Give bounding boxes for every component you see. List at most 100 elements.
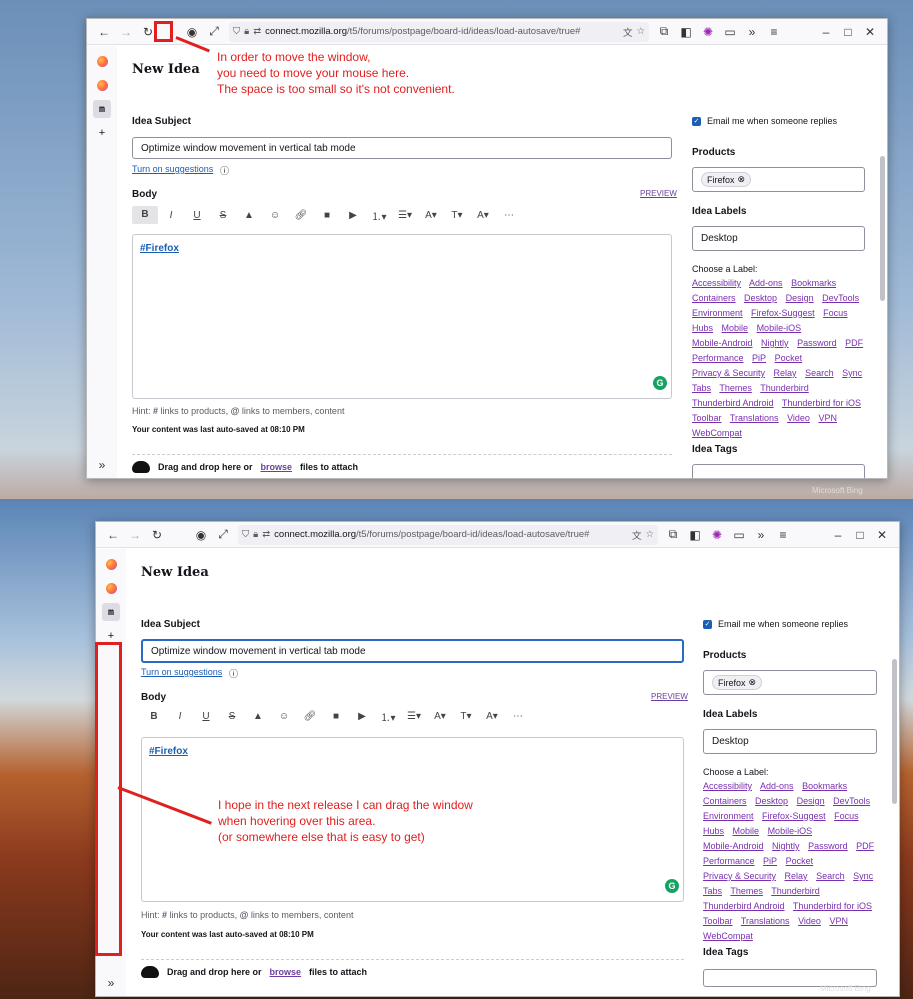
label-link[interactable]: Desktop bbox=[744, 293, 777, 303]
label-link[interactable]: PDF bbox=[845, 338, 863, 348]
expand-icon[interactable]: ⤢ bbox=[203, 21, 225, 43]
firefox-tab-icon[interactable] bbox=[102, 579, 120, 597]
label-link[interactable]: WebCompat bbox=[703, 931, 753, 941]
label-link[interactable]: Translations bbox=[730, 413, 779, 423]
label-link[interactable]: Design bbox=[786, 293, 814, 303]
back-icon[interactable]: ← bbox=[93, 21, 115, 43]
label-link[interactable]: Sync bbox=[842, 368, 862, 378]
browse-link[interactable]: browse bbox=[261, 462, 293, 472]
label-link[interactable]: DevTools bbox=[833, 796, 870, 806]
numbered-list-icon[interactable]: ⒈▾ bbox=[375, 709, 401, 724]
label-link[interactable]: Tabs bbox=[692, 383, 711, 393]
label-link[interactable]: Mobile-iOS bbox=[768, 826, 813, 836]
video-icon[interactable]: ▶ bbox=[340, 210, 366, 221]
idea-labels-input[interactable]: Desktop bbox=[703, 729, 877, 754]
preview-link[interactable]: PREVIEW bbox=[651, 692, 688, 701]
products-input[interactable]: Firefox ⊗ bbox=[692, 167, 865, 192]
link-icon[interactable]: 🔗︎ bbox=[288, 210, 314, 221]
label-link[interactable]: Thunderbird Android bbox=[703, 901, 785, 911]
label-link[interactable]: Mobile-Android bbox=[692, 338, 753, 348]
translate-icon[interactable]: 文 bbox=[632, 528, 642, 542]
link-icon[interactable]: 🔗︎ bbox=[297, 711, 323, 722]
more-icon[interactable]: ⋯ bbox=[496, 210, 522, 221]
sidebar-icon[interactable]: ◧ bbox=[675, 21, 697, 43]
bullet-list-icon[interactable]: ☰▾ bbox=[392, 210, 418, 221]
label-link[interactable]: Mobile-Android bbox=[703, 841, 764, 851]
underline-button[interactable]: U bbox=[193, 711, 219, 722]
firefox-hashtag[interactable]: #Firefox bbox=[140, 243, 179, 254]
italic-button[interactable]: I bbox=[167, 711, 193, 722]
extension-icon[interactable]: ◉ bbox=[190, 524, 212, 546]
label-link[interactable]: Relay bbox=[774, 368, 797, 378]
idea-tags-input[interactable] bbox=[692, 464, 865, 478]
font-size-icon[interactable]: A▾ bbox=[418, 210, 444, 221]
forward-icon[interactable]: → bbox=[124, 524, 146, 546]
strike-button[interactable]: S bbox=[210, 210, 236, 221]
subject-input[interactable]: Optimize window movement in vertical tab… bbox=[141, 639, 684, 663]
addon-icon[interactable]: ✺ bbox=[706, 524, 728, 546]
label-link[interactable]: DevTools bbox=[822, 293, 859, 303]
label-link[interactable]: Video bbox=[787, 413, 810, 423]
bullet-list-icon[interactable]: ☰▾ bbox=[401, 711, 427, 722]
back-icon[interactable]: ← bbox=[102, 524, 124, 546]
label-link[interactable]: Hubs bbox=[692, 323, 713, 333]
label-link[interactable]: Themes bbox=[719, 383, 752, 393]
numbered-list-icon[interactable]: ⒈▾ bbox=[366, 208, 392, 223]
grammarly-icon[interactable]: G bbox=[665, 879, 679, 893]
font-size-icon[interactable]: A▾ bbox=[427, 711, 453, 722]
label-link[interactable]: Thunderbird for iOS bbox=[782, 398, 861, 408]
label-link[interactable]: Design bbox=[797, 796, 825, 806]
firefox-tab-icon[interactable] bbox=[93, 52, 111, 70]
bold-button[interactable]: B bbox=[132, 206, 158, 224]
label-link[interactable]: Focus bbox=[834, 811, 859, 821]
drag-space[interactable] bbox=[168, 524, 190, 546]
subject-input[interactable]: Optimize window movement in vertical tab… bbox=[132, 137, 672, 159]
label-link[interactable]: Firefox-Suggest bbox=[751, 308, 815, 318]
grammarly-icon[interactable]: G bbox=[653, 376, 667, 390]
warning-icon[interactable]: ▲ bbox=[245, 711, 271, 722]
label-link[interactable]: Password bbox=[797, 338, 837, 348]
label-link[interactable]: Tabs bbox=[703, 886, 722, 896]
label-link[interactable]: Thunderbird for iOS bbox=[793, 901, 872, 911]
label-link[interactable]: Mobile bbox=[733, 826, 760, 836]
star-icon[interactable]: ☆ bbox=[636, 26, 645, 37]
font-color-icon[interactable]: A▾ bbox=[470, 210, 496, 221]
reader-icon[interactable]: ▭ bbox=[728, 524, 750, 546]
label-link[interactable]: Environment bbox=[703, 811, 754, 821]
text-style-icon[interactable]: T▾ bbox=[453, 711, 479, 722]
label-link[interactable]: Accessibility bbox=[692, 278, 741, 288]
video-icon[interactable]: ▶ bbox=[349, 711, 375, 722]
label-link[interactable]: Mobile-iOS bbox=[757, 323, 802, 333]
strike-button[interactable]: S bbox=[219, 711, 245, 722]
menu-icon[interactable]: ≡ bbox=[772, 524, 794, 546]
label-link[interactable]: Translations bbox=[741, 916, 790, 926]
label-link[interactable]: Add-ons bbox=[760, 781, 794, 791]
label-link[interactable]: Password bbox=[808, 841, 848, 851]
label-link[interactable]: Toolbar bbox=[692, 413, 722, 423]
emoji-icon[interactable]: ☺ bbox=[271, 711, 297, 722]
maximize-icon[interactable]: □ bbox=[849, 524, 871, 546]
firefox-tab-icon[interactable] bbox=[93, 76, 111, 94]
label-link[interactable]: Containers bbox=[703, 796, 747, 806]
minimize-icon[interactable]: – bbox=[827, 524, 849, 546]
extensions-icon[interactable]: ⧉ bbox=[653, 21, 675, 43]
extensions-icon[interactable]: ⧉ bbox=[662, 524, 684, 546]
firefox-hashtag[interactable]: #Firefox bbox=[149, 746, 188, 757]
expand-icon[interactable]: ⤢ bbox=[212, 524, 234, 546]
label-link[interactable]: Hubs bbox=[703, 826, 724, 836]
reload-icon[interactable]: ↻ bbox=[146, 524, 168, 546]
close-icon[interactable]: ✕ bbox=[859, 21, 881, 43]
attachment-dropzone[interactable]: Drag and drop here or browse files to atta… bbox=[132, 454, 672, 473]
label-link[interactable]: Search bbox=[805, 368, 834, 378]
star-icon[interactable]: ☆ bbox=[645, 529, 654, 540]
close-icon[interactable]: ✕ bbox=[871, 524, 893, 546]
label-link[interactable]: Nightly bbox=[761, 338, 789, 348]
mozilla-tab-icon[interactable]: m bbox=[93, 100, 111, 118]
label-link[interactable]: Sync bbox=[853, 871, 873, 881]
bold-button[interactable]: B bbox=[141, 711, 167, 722]
label-link[interactable]: Firefox-Suggest bbox=[762, 811, 826, 821]
firefox-tab-icon[interactable] bbox=[102, 555, 120, 573]
camera-icon[interactable]: ■ bbox=[314, 210, 340, 221]
suggestions-link[interactable]: Turn on suggestions bbox=[141, 667, 222, 677]
addon-icon[interactable]: ✺ bbox=[697, 21, 719, 43]
